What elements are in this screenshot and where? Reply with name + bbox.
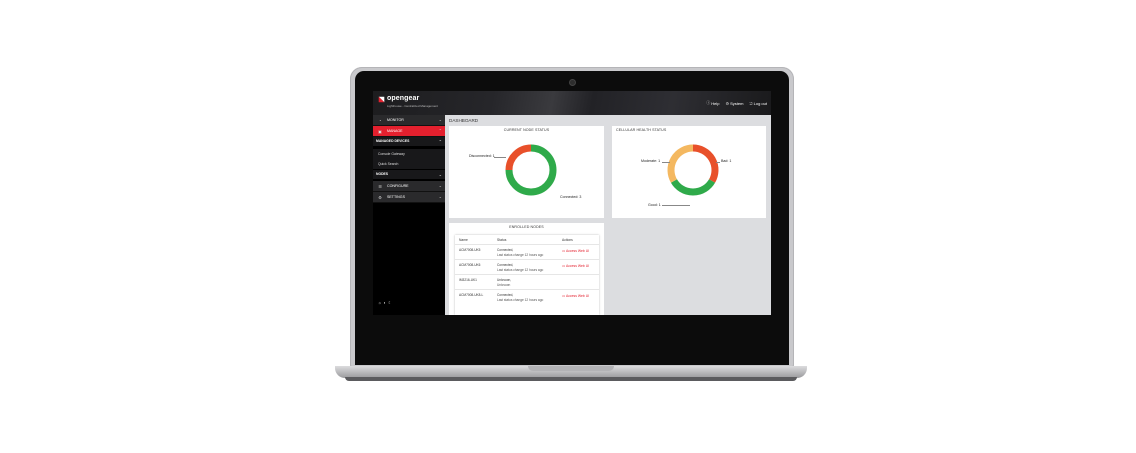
column-header-status: Status [497, 238, 507, 242]
chevron-down-icon: ⌄ [438, 117, 442, 122]
sidebar-footer: ☼ ◐ ☾ [378, 300, 392, 305]
node-name[interactable]: ACM7008-UK8-L [459, 293, 483, 298]
configure-icon: ☰ [378, 183, 382, 189]
log-out-icon: ⎋ [749, 100, 753, 106]
manage-icon: ▣ [378, 128, 382, 134]
divider [455, 244, 599, 245]
cellular-health-donut [667, 144, 719, 196]
top-nav: ⓘ Help ⚙ System ⎋ Log out [706, 100, 767, 106]
node-status-donut [505, 144, 557, 196]
column-header-name: Name [459, 238, 468, 242]
laptop-base-shadow [345, 377, 797, 381]
sidebar-item-monitor[interactable]: ◔ MONITOR ⌄ [373, 115, 445, 126]
system-link[interactable]: ⚙ System [726, 100, 744, 106]
node-status-card: CURRENT NODE STATUS Disconnected: 1 Conn… [449, 126, 604, 218]
sidebar-item-label: SETTINGS [387, 195, 405, 199]
access-web-ui-link[interactable]: ▭ Access Web UI [562, 249, 589, 253]
app-screen: opengear Lighthouse - Centralized Manage… [373, 91, 771, 341]
divider [455, 274, 599, 275]
sidebar-item-console-gateway[interactable]: Console Gateway [373, 149, 445, 159]
sidebar-group-managed-devices[interactable]: MANAGED DEVICES ⌃ [373, 137, 445, 146]
sidebar-item-label: Quick Search [378, 162, 399, 166]
system-gear-icon: ⚙ [725, 100, 730, 106]
log-out-label: Log out [753, 100, 767, 106]
sidebar-item-manage[interactable]: ▣ MANAGE ⌃ [373, 126, 445, 137]
chevron-down-icon: ⌄ [438, 172, 442, 177]
help-label: Help [711, 100, 720, 106]
sidebar-item-label: CONFIGURE [387, 184, 409, 188]
sidebar-item-settings[interactable]: ⚙ SETTINGS ⌄ [373, 192, 445, 203]
system-label: System [730, 100, 744, 106]
access-web-ui-label: Access Web UI [565, 294, 590, 298]
card-title: CELLULAR HEALTH STATUS [616, 128, 667, 132]
connected-label: Connected: 3 [560, 195, 582, 199]
donut-slice-bad[interactable] [692, 144, 719, 183]
chevron-down-icon: ⌄ [438, 183, 442, 188]
leader-line [662, 162, 670, 163]
card-title: ENROLLED NODES [509, 225, 544, 229]
screen-bottom-bar [373, 315, 771, 341]
node-status-detail: Unknown [497, 282, 511, 287]
enrolled-nodes-card: ENROLLED NODES Name Status Actions ACM70… [449, 223, 604, 315]
node-name[interactable]: ACM7008-UK6 [459, 263, 480, 268]
light-mode-icon[interactable]: ☼ [378, 300, 382, 305]
donut-slice-disconnected[interactable] [505, 144, 532, 171]
log-out-link[interactable]: ⎋ Log out [749, 100, 767, 106]
node-name[interactable]: IM3216-UK1 [459, 278, 477, 283]
help-link[interactable]: ⓘ Help [706, 100, 719, 106]
sidebar-item-label: MONITOR [387, 118, 404, 122]
chevron-down-icon: ⌄ [438, 194, 442, 199]
card-title: CURRENT NODE STATUS [503, 128, 550, 132]
monitor-icon: ◔ [378, 117, 382, 123]
access-web-ui-label: Access Web UI [565, 249, 590, 253]
cellular-health-card: CELLULAR HEALTH STATUS Moderate: 1 Bad: … [612, 126, 766, 218]
divider [455, 289, 599, 290]
opengear-logo-icon [378, 96, 385, 103]
settings-gear-icon: ⚙ [378, 194, 382, 200]
sidebar-group-label: NODES [376, 172, 389, 176]
brand-tagline: Lighthouse - Centralized Management [387, 104, 438, 108]
node-name[interactable]: ACM7008-UK5 [459, 248, 480, 253]
node-status-detail: Last status change 12 hours ago [497, 252, 544, 257]
chevron-up-icon: ⌃ [438, 128, 442, 133]
enrolled-nodes-table: Name Status Actions ACM7008-UK5 Connecte… [455, 235, 599, 315]
leader-line [662, 205, 690, 206]
sidebar-item-label: MANAGE [387, 129, 403, 133]
sidebar: ◔ MONITOR ⌄ ▣ MANAGE ⌃ MANAGED DEVICES ⌃… [373, 115, 445, 315]
disconnected-label: Disconnected: 1 [469, 154, 495, 158]
help-circle-icon: ⓘ [706, 100, 711, 105]
main-content: DASHBOARD CURRENT NODE STATUS Disconnect… [445, 115, 771, 315]
access-web-ui-label: Access Web UI [565, 264, 590, 268]
sidebar-item-label: Console Gateway [378, 152, 405, 156]
node-status-detail: Last status change 12 hours ago [497, 267, 544, 272]
access-web-ui-link[interactable]: ▭ Access Web UI [562, 264, 589, 268]
bad-label: Bad: 1 [721, 159, 732, 163]
good-label: Good: 1 [648, 203, 661, 207]
dark-mode-icon[interactable]: ☾ [388, 300, 392, 305]
leader-line [716, 162, 720, 163]
chevron-up-icon: ⌃ [438, 139, 442, 144]
sidebar-item-configure[interactable]: ☰ CONFIGURE ⌄ [373, 181, 445, 192]
moderate-label: Moderate: 1 [641, 159, 661, 163]
donut-slice-moderate[interactable] [667, 144, 694, 183]
donut-slice-good[interactable] [670, 179, 716, 196]
sidebar-item-quick-search[interactable]: Quick Search [373, 159, 445, 169]
brand-name: opengear [387, 95, 420, 102]
theme-toggle-icon[interactable]: ◐ [384, 300, 386, 305]
webcam-icon [570, 80, 575, 85]
access-web-ui-link[interactable]: ▭ Access Web UI [562, 294, 589, 298]
sidebar-group-nodes[interactable]: NODES ⌄ [373, 170, 445, 179]
divider [455, 259, 599, 260]
node-status-detail: Last status change 12 hours ago [497, 297, 544, 302]
top-bar: opengear Lighthouse - Centralized Manage… [373, 91, 771, 115]
leader-line [494, 157, 506, 158]
column-header-actions: Actions [562, 238, 573, 242]
laptop-notch [528, 366, 614, 371]
page-title: DASHBOARD [449, 118, 479, 123]
sidebar-group-label: MANAGED DEVICES [376, 139, 410, 143]
